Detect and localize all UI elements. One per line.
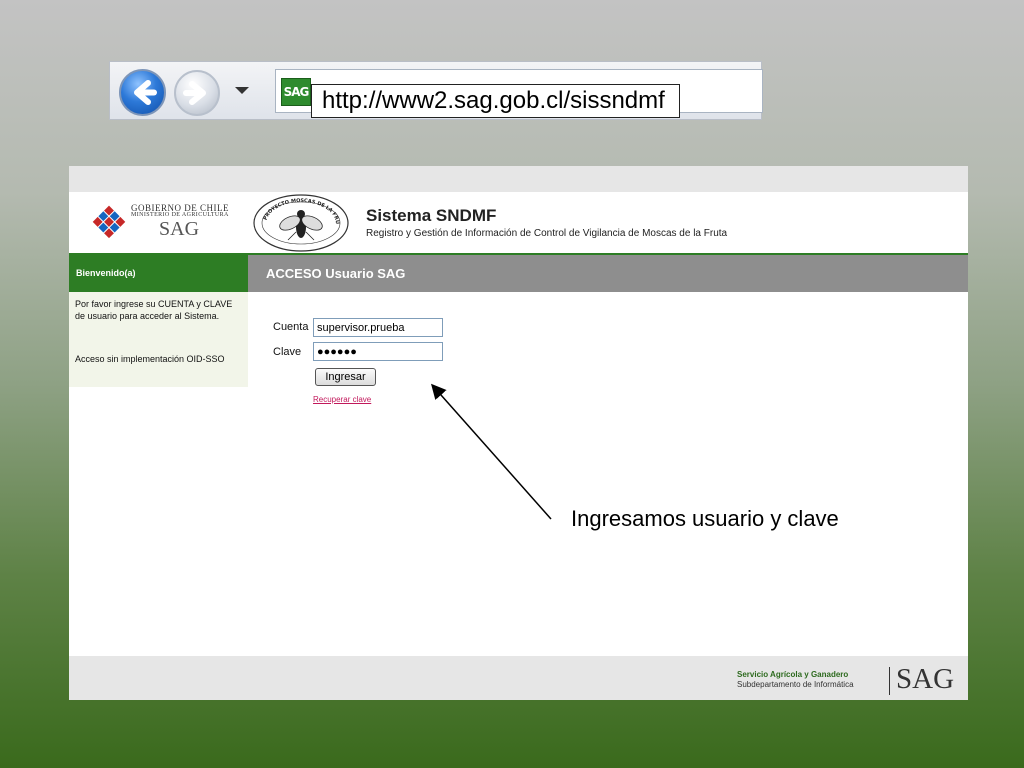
annotation-arrow-icon bbox=[431, 383, 552, 520]
annotation-text: Ingresamos usuario y clave bbox=[571, 506, 839, 531]
